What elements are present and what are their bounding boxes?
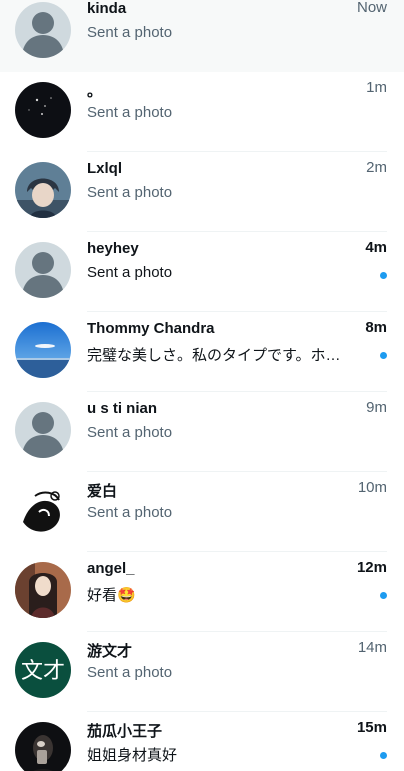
unread-dot [380, 272, 387, 279]
conversation-row[interactable]: 茄瓜小王子 15m 姐姐身材真好 [0, 712, 404, 771]
night-sky-photo [15, 82, 71, 138]
conversation-time: 8m [365, 319, 387, 336]
conversation-name: 茄瓜小王子 [87, 723, 163, 740]
conversation-row[interactable]: 。 1m Sent a photo [0, 72, 404, 152]
conversation-time: 14m [357, 639, 387, 656]
conversation-name: heyhey [87, 240, 139, 257]
conversation-name: u s ti nian [87, 400, 158, 417]
conversation-name: Thommy Chandra [87, 320, 215, 337]
conversation-time: 9m [366, 399, 387, 416]
conversation-preview: 好看🤩 [87, 587, 136, 604]
unread-dot [380, 352, 387, 359]
conversation-row[interactable]: heyhey 4m Sent a photo [0, 232, 404, 312]
conversation-row[interactable]: Thommy Chandra 8m 完璧な美しさ。私のタイプです。ホテルで会いま… [0, 312, 404, 392]
default-avatar-icon [15, 242, 71, 298]
conversation-preview: Sent a photo [87, 664, 173, 681]
conversation-row[interactable]: Lxlql 2m Sent a photo [0, 152, 404, 232]
default-avatar-icon [15, 2, 71, 58]
conversation-row[interactable]: angel_ 12m 好看🤩 [0, 552, 404, 632]
anime-boy-photo [15, 162, 71, 218]
sketch-drawing-photo [15, 482, 71, 538]
conversation-name: Lxlql [87, 160, 123, 177]
unread-dot [380, 752, 387, 759]
conversation-row[interactable]: u s ti nian 9m Sent a photo [0, 392, 404, 472]
conversation-time: 15m [356, 719, 387, 736]
conversation-time: 1m [366, 79, 387, 96]
conversation-row[interactable]: 爱白 10m Sent a photo [0, 472, 404, 552]
conversation-row[interactable]: kinda Now Sent a photo [0, 0, 404, 72]
initials-avatar: 文才 [15, 642, 71, 698]
conversation-time: Now [356, 0, 387, 16]
blue-sky-photo [15, 322, 71, 378]
dark-selfie-photo [15, 722, 71, 771]
conversation-time: 10m [357, 479, 387, 496]
conversation-name: kinda [87, 0, 127, 17]
conversation-preview: Sent a photo [87, 184, 173, 201]
avatar-initials: 文才 [21, 659, 65, 684]
conversation-row[interactable]: 文才 游文才 14m Sent a photo [0, 632, 404, 712]
conversation-name: 爱白 [87, 483, 118, 500]
conversation-preview: Sent a photo [87, 104, 173, 121]
conversation-preview: Sent a photo [87, 264, 173, 281]
conversation-name: 。 [87, 83, 103, 100]
conversation-preview: 完璧な美しさ。私のタイプです。ホテルで会いましょう [87, 347, 355, 364]
conversation-preview: Sent a photo [87, 504, 173, 521]
default-avatar-icon [15, 402, 71, 458]
conversation-name: angel_ [87, 560, 135, 577]
conversation-time: 12m [356, 559, 387, 576]
conversation-preview: Sent a photo [87, 424, 173, 441]
conversation-preview: Sent a photo [87, 24, 173, 41]
conversation-time: 4m [365, 239, 387, 256]
conversation-list: kinda Now Sent a photo 。 1m Sent a photo… [0, 0, 404, 771]
conversation-time: 2m [366, 159, 387, 176]
conversation-preview: 姐姐身材真好 [87, 747, 178, 764]
unread-dot [380, 592, 387, 599]
anime-girl-photo [15, 562, 71, 618]
conversation-name: 游文才 [87, 643, 133, 660]
